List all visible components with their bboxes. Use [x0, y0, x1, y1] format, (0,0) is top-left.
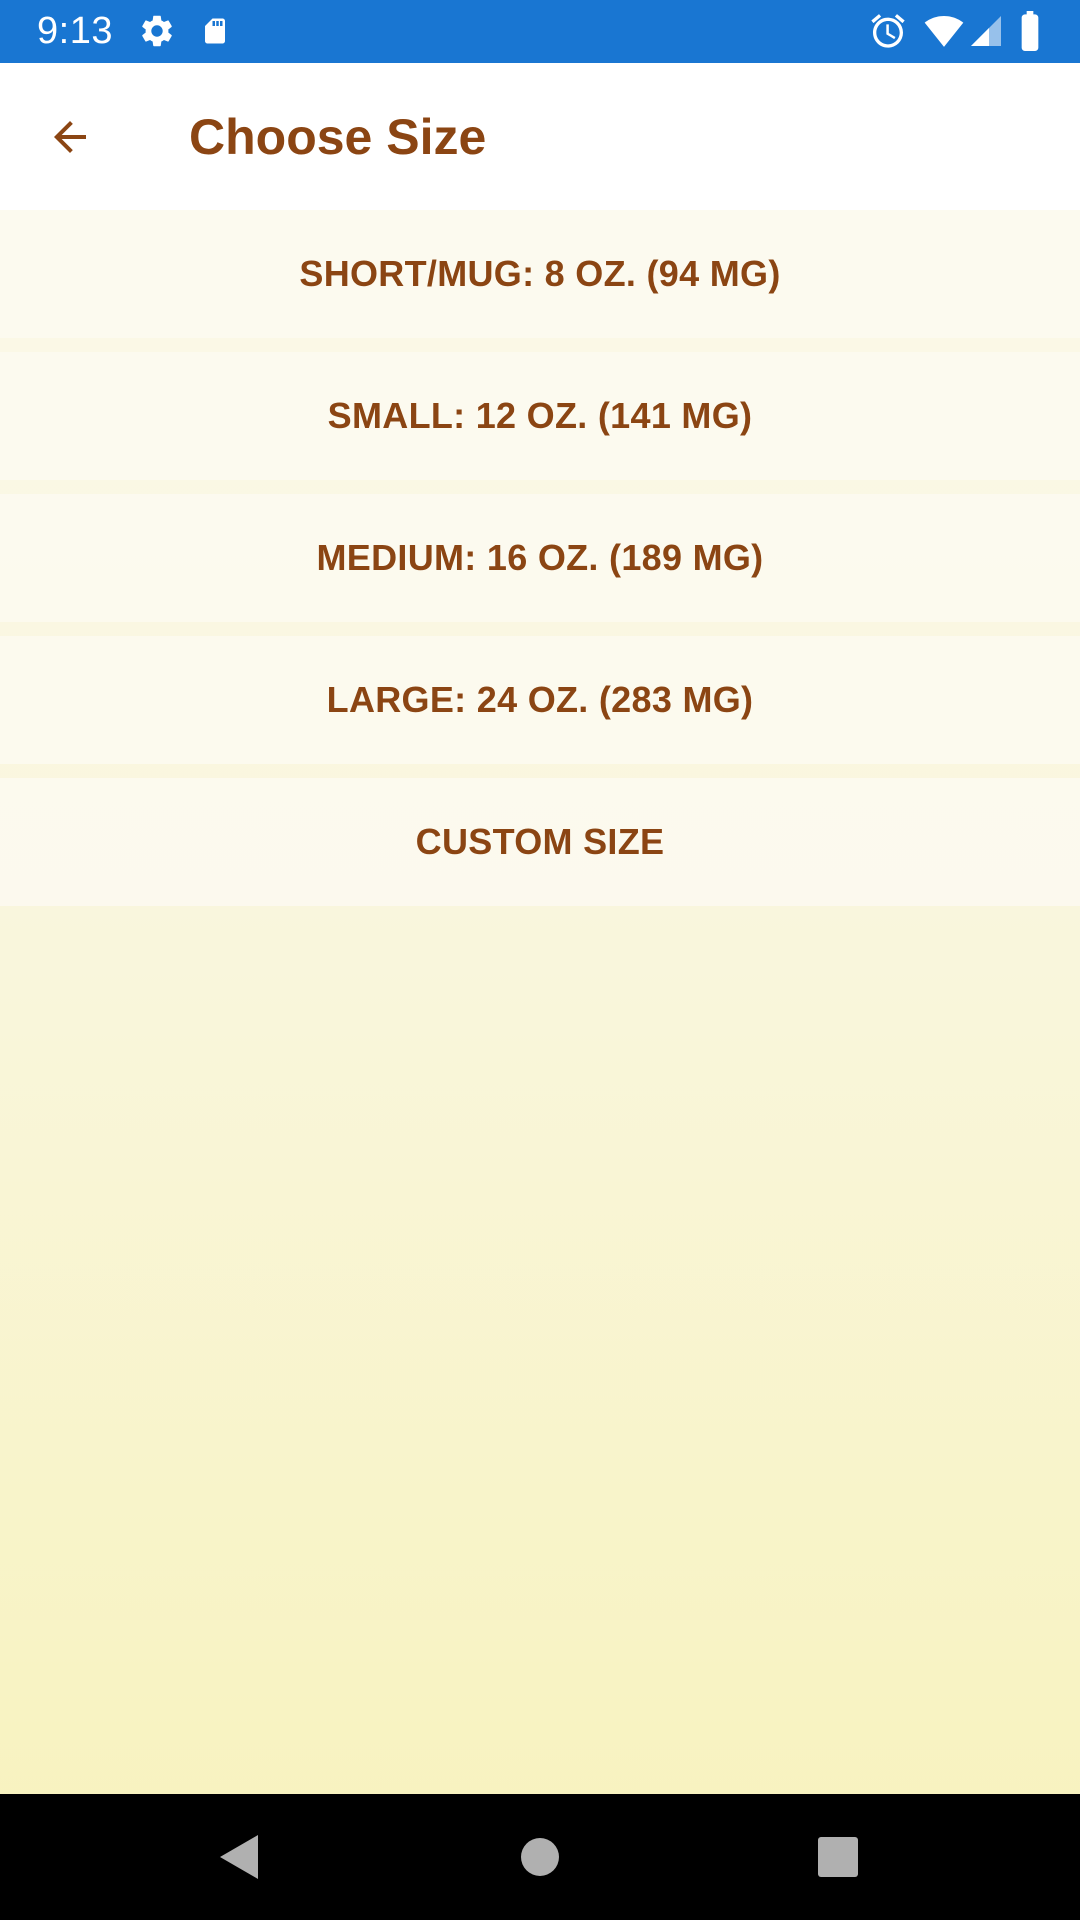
size-option-label: CUSTOM SIZE	[415, 821, 665, 862]
size-option-large[interactable]: LARGE: 24 OZ. (283 MG)	[0, 636, 1080, 764]
app-bar: Choose Size	[0, 63, 1080, 210]
recents-square-icon	[818, 1837, 858, 1877]
battery-icon	[1021, 11, 1039, 51]
page-title: Choose Size	[189, 109, 487, 165]
size-option-label: SMALL: 12 OZ. (141 MG)	[327, 395, 753, 436]
status-bar: 9:13	[0, 0, 1080, 63]
size-option-label: SHORT/MUG: 8 OZ. (94 MG)	[299, 253, 781, 294]
sd-card-icon	[205, 18, 225, 44]
navigation-bar	[0, 1794, 1080, 1920]
size-option-label: MEDIUM: 16 OZ. (189 MG)	[316, 537, 764, 578]
nav-recents-button[interactable]	[808, 1827, 868, 1887]
alarm-icon	[871, 14, 905, 48]
cell-signal-icon	[971, 16, 1001, 46]
back-button[interactable]	[34, 101, 106, 173]
home-circle-icon	[521, 1838, 559, 1876]
arrow-back-icon	[54, 121, 86, 153]
screen: 9:13 Choose Size SHORT/MUG: 8 OZ. (94 MG…	[0, 0, 1080, 1920]
nav-back-button[interactable]	[208, 1827, 268, 1887]
size-option-short-mug[interactable]: SHORT/MUG: 8 OZ. (94 MG)	[0, 210, 1080, 338]
status-time: 9:13	[37, 10, 113, 52]
size-option-medium[interactable]: MEDIUM: 16 OZ. (189 MG)	[0, 494, 1080, 622]
settings-icon	[142, 15, 172, 47]
size-list: SHORT/MUG: 8 OZ. (94 MG) SMALL: 12 OZ. (…	[0, 210, 1080, 920]
wifi-icon	[924, 16, 964, 47]
back-triangle-icon	[220, 1835, 258, 1879]
size-option-custom[interactable]: CUSTOM SIZE	[0, 778, 1080, 906]
nav-home-button[interactable]	[510, 1827, 570, 1887]
size-option-label: LARGE: 24 OZ. (283 MG)	[326, 679, 754, 720]
size-option-small[interactable]: SMALL: 12 OZ. (141 MG)	[0, 352, 1080, 480]
